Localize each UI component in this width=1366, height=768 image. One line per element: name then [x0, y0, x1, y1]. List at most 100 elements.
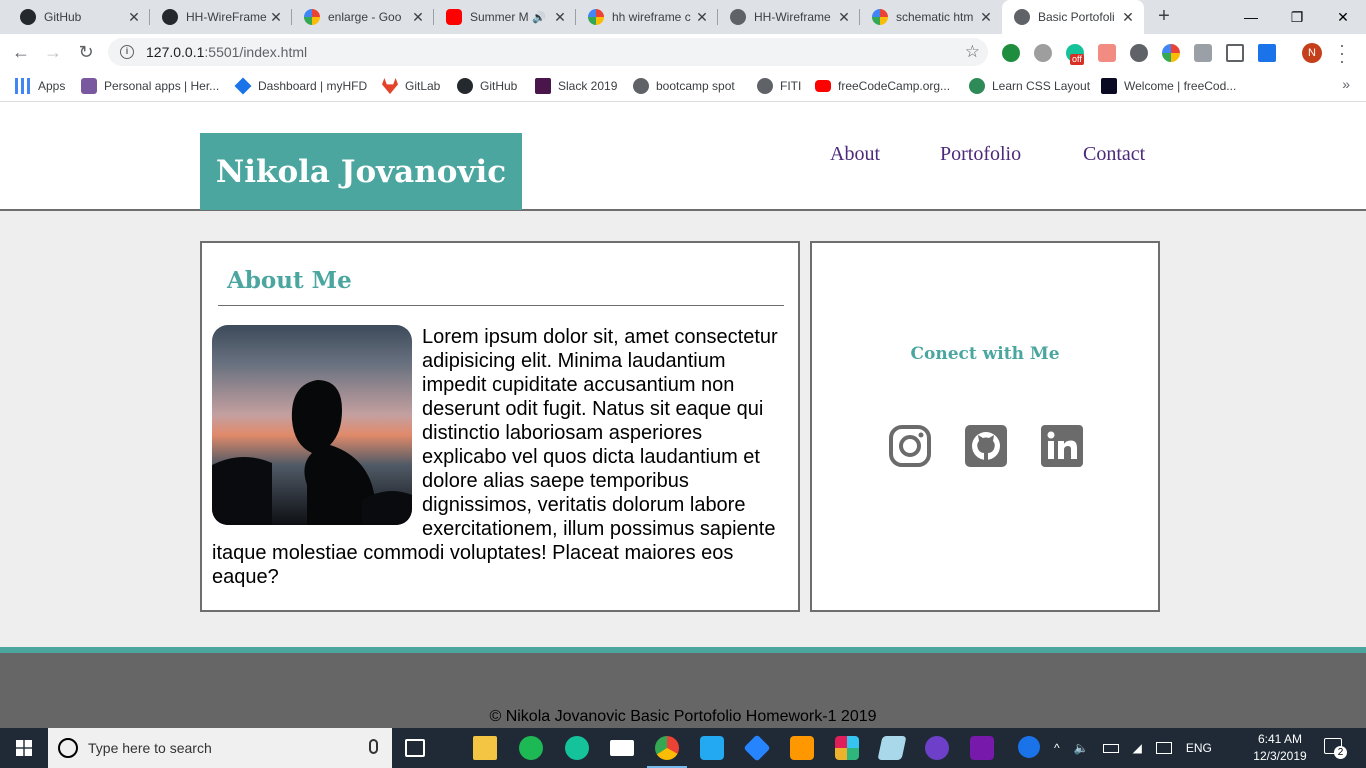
youtube-icon	[815, 80, 831, 92]
battery-icon[interactable]	[1102, 743, 1119, 753]
linkedin-icon[interactable]	[1040, 424, 1084, 468]
url-path: :5501/index.html	[204, 44, 308, 60]
bookmark-label: bootcamp spot	[656, 79, 735, 93]
bookmark-item[interactable]: GitLab	[382, 76, 440, 96]
new-tab-button[interactable]: +	[1153, 6, 1175, 28]
color-picker-extension-icon[interactable]	[1162, 44, 1180, 62]
bookmark-item[interactable]: freeCodeCamp.org...	[815, 76, 950, 96]
info-icon[interactable]: i	[120, 45, 134, 59]
bookmark-star-icon[interactable]: ☆	[965, 42, 980, 62]
nav-link-contact[interactable]: Contact	[1083, 143, 1145, 166]
bookmark-label: FITI	[780, 79, 802, 93]
tab-title: GitHub	[44, 10, 82, 24]
vscode-icon[interactable]	[700, 736, 724, 760]
browser-tab-active[interactable]: Basic Portofoli ✕	[1002, 0, 1144, 34]
clock-date: 12/3/2019	[1253, 749, 1307, 763]
chevron-up-icon[interactable]: ^	[1054, 741, 1060, 755]
w-extension-icon[interactable]	[1034, 44, 1052, 62]
wifi-icon[interactable]: ◢	[1133, 741, 1142, 755]
tab-title: HH-WireFrame	[186, 10, 267, 24]
start-button[interactable]	[0, 728, 48, 768]
bookmark-item[interactable]: Dashboard | myHFD	[234, 76, 367, 96]
profile-avatar[interactable]: N	[1302, 43, 1322, 63]
browser-tab[interactable]: HH-Wireframe ✕	[718, 0, 860, 34]
mail-icon[interactable]	[610, 740, 634, 756]
close-icon[interactable]: ✕	[836, 9, 852, 25]
about-title: About Me	[227, 267, 352, 294]
browser-tab[interactable]: hh wireframe c ✕	[576, 0, 718, 34]
help-icon[interactable]	[1018, 736, 1040, 758]
close-icon[interactable]: ✕	[1120, 9, 1136, 25]
nav-link-portofolio[interactable]: Portofolio	[940, 143, 1021, 166]
site-brand[interactable]: Nikola Jovanovic	[200, 133, 522, 210]
forward-arrow-icon[interactable]: →	[41, 40, 65, 64]
close-icon[interactable]: ✕	[268, 9, 284, 25]
share-extension-icon[interactable]	[1098, 44, 1116, 62]
bookmark-item[interactable]: Learn CSS Layout	[969, 76, 1090, 96]
grammarly-icon[interactable]	[565, 736, 589, 760]
github-icon[interactable]	[964, 424, 1008, 468]
sourcetree-icon[interactable]	[743, 734, 771, 762]
bookmark-label: Welcome | freeCod...	[1124, 79, 1237, 93]
reload-icon[interactable]: ↻	[74, 40, 98, 64]
close-window-button[interactable]: ✕	[1320, 0, 1366, 34]
onenote-icon[interactable]	[970, 736, 994, 760]
notes-icon[interactable]	[877, 736, 907, 760]
about-card: About Me Lorem ipsum dolor sit, amet con…	[200, 241, 800, 612]
bookmark-item[interactable]: GitHub	[457, 76, 517, 96]
spotify-icon[interactable]	[519, 736, 543, 760]
close-icon[interactable]: ✕	[694, 9, 710, 25]
divider	[218, 305, 784, 306]
volume-icon[interactable]: 🔈	[1074, 741, 1089, 755]
language-indicator[interactable]: ENG	[1186, 741, 1212, 755]
browser-menu-icon[interactable]: · · ·	[1336, 36, 1348, 70]
file-explorer-icon[interactable]	[473, 736, 497, 760]
back-arrow-icon[interactable]: ←	[9, 40, 33, 64]
clock[interactable]: 6:41 AM 12/3/2019	[1250, 731, 1310, 765]
close-icon[interactable]: ✕	[552, 9, 568, 25]
maximize-button[interactable]: ❐	[1274, 0, 1320, 34]
instagram-icon[interactable]	[888, 424, 932, 468]
google-icon	[872, 9, 888, 25]
bookmark-item[interactable]: Welcome | freeCod...	[1101, 76, 1236, 96]
globe-icon	[633, 78, 649, 94]
browser-tab[interactable]: enlarge - Goo ✕	[292, 0, 434, 34]
cortana-icon[interactable]	[58, 738, 78, 758]
circle-extension-icon[interactable]	[1130, 44, 1148, 62]
browser-tab[interactable]: GitHub ✕	[8, 0, 150, 34]
browser-tab[interactable]: Summer M 🔊 ✕	[434, 0, 576, 34]
bookmark-item[interactable]: FITI	[757, 76, 801, 96]
checkmark-extension-icon[interactable]	[1002, 44, 1020, 62]
globe-icon	[1014, 9, 1030, 25]
display-icon[interactable]	[1155, 742, 1172, 754]
url-host: 127.0.0.1	[146, 44, 205, 60]
taskbar-search[interactable]: Type here to search	[48, 728, 392, 768]
slack-icon[interactable]	[835, 736, 859, 760]
github-icon	[162, 9, 178, 25]
bookmark-item[interactable]: Personal apps | Her...	[81, 76, 219, 96]
address-bar[interactable]: i 127.0.0.1:5501/index.html ☆	[108, 38, 988, 66]
task-view-icon[interactable]	[405, 739, 425, 757]
nav-link-about[interactable]: About	[830, 143, 880, 166]
bookmark-item[interactable]: bootcamp spot	[633, 76, 735, 96]
triangle-extension-icon[interactable]	[1258, 44, 1276, 62]
site-footer: © Nikola Jovanovic Basic Portofolio Home…	[0, 647, 1366, 728]
audio-playing-icon[interactable]: 🔊	[532, 11, 546, 24]
sublime-icon[interactable]	[790, 736, 814, 760]
chrome-icon[interactable]	[655, 736, 679, 760]
bookmarks-overflow-icon[interactable]: »	[1342, 76, 1350, 92]
bookmark-item[interactable]: Apps	[15, 76, 65, 96]
close-icon[interactable]: ✕	[410, 9, 426, 25]
github-icon	[20, 9, 36, 25]
bookmark-item[interactable]: Slack 2019	[535, 76, 617, 96]
eyedropper-extension-icon[interactable]	[1194, 44, 1212, 62]
site-header: Nikola Jovanovic About Portofolio Contac…	[0, 103, 1366, 211]
minimize-button[interactable]: —	[1228, 0, 1274, 34]
close-icon[interactable]: ✕	[978, 9, 994, 25]
close-icon[interactable]: ✕	[126, 9, 142, 25]
browser-tab[interactable]: HH-WireFrame ✕	[150, 0, 292, 34]
microphone-icon[interactable]	[369, 739, 378, 754]
browser-tab[interactable]: schematic htm ✕	[860, 0, 1002, 34]
github-desktop-icon[interactable]	[925, 736, 949, 760]
screenshot-extension-icon[interactable]	[1226, 44, 1244, 62]
